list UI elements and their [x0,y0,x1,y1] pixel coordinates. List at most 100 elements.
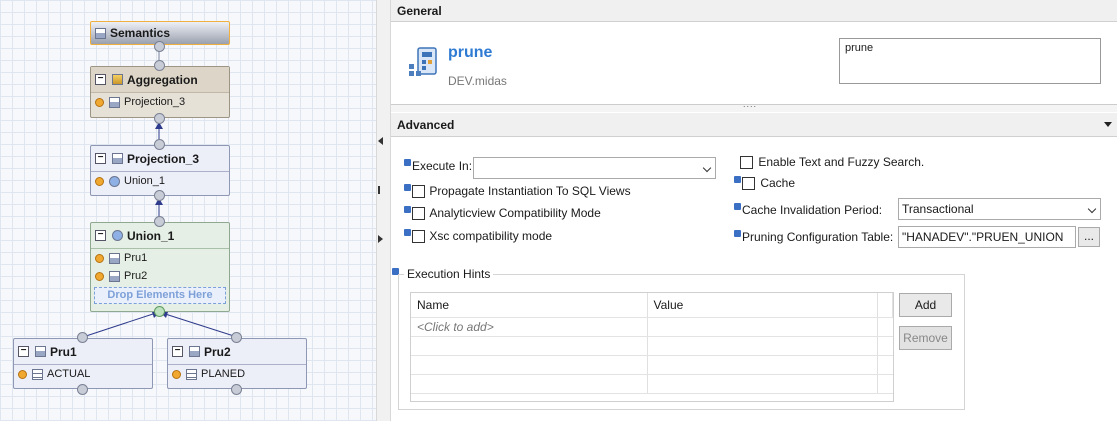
click-to-add-cell[interactable]: <Click to add> [411,317,648,337]
object-icon [408,46,442,78]
column-header-name[interactable]: Name [411,293,648,318]
connector-anchor[interactable] [77,332,88,343]
splitter-grip: .... [743,99,758,109]
list-item[interactable]: PLANED [168,365,306,383]
connector-anchor[interactable] [77,384,88,395]
propagate-row[interactable]: Propagate Instantiation To SQL Views [404,184,631,199]
chevron-down-icon [1087,204,1097,214]
aggregation-title: Aggregation [127,72,198,87]
chevron-down-icon [702,163,712,173]
connector-anchor[interactable] [154,41,165,52]
aggregation-node[interactable]: − Aggregation Projection_3 [90,66,230,118]
advanced-section-header[interactable]: Advanced [391,113,1117,137]
xsc-row[interactable]: Xsc compatibility mode [404,229,553,244]
info-icon [404,159,411,166]
browse-button[interactable]: ... [1078,227,1100,247]
input-label: ACTUAL [47,368,91,380]
pru2-node[interactable]: − Pru2 PLANED [167,338,307,389]
collapse-icon[interactable]: − [18,346,29,357]
pruning-label: Pruning Configuration Table: [734,230,893,244]
connector-anchor[interactable] [154,139,165,150]
input-label: Union_1 [124,175,165,187]
connector-anchor[interactable] [154,60,165,71]
add-button[interactable]: Add [899,293,952,317]
union-icon [112,230,123,241]
xsc-checkbox[interactable] [412,230,425,244]
list-item[interactable]: ACTUAL [14,365,152,383]
input-port-icon [95,253,104,263]
projection-icon [189,346,200,357]
remove-button[interactable]: Remove [899,326,952,350]
execute-in-select[interactable] [473,157,716,179]
analytic-checkbox[interactable] [412,207,425,221]
list-item[interactable]: Pru2 [91,267,229,285]
general-section-header[interactable]: General [391,0,1117,22]
semantics-icon [95,27,106,39]
propagate-checkbox[interactable] [412,185,425,199]
cache-checkbox[interactable] [742,177,755,191]
connector-anchor[interactable] [231,332,242,343]
collapse-left-icon[interactable] [378,137,383,145]
input-port-icon [95,271,104,281]
input-port-icon [95,97,104,107]
info-icon [404,184,411,191]
collapse-icon[interactable]: − [172,346,183,357]
list-item[interactable]: Pru1 [91,249,229,267]
connector-anchor[interactable] [154,306,165,317]
projection-node[interactable]: − Projection_3 Union_1 [90,145,230,196]
analytic-row[interactable]: Analyticview Compatibility Mode [404,206,601,221]
collapse-section-icon[interactable] [1104,122,1112,127]
connector-anchor[interactable] [154,190,165,201]
projection-icon [109,270,120,282]
fuzzy-row[interactable]: Enable Text and Fuzzy Search. [740,155,924,170]
cache-period-label: Cache Invalidation Period: [734,203,882,217]
splitter-handle[interactable] [378,186,380,194]
aggregation-icon [112,74,123,85]
hints-table[interactable]: Name Value <Click to add> [410,292,894,402]
section-divider[interactable]: .... [391,99,1117,112]
advanced-title: Advanced [397,118,455,132]
cache-period-select[interactable]: Transactional [898,198,1101,220]
view-editor-canvas[interactable]: Semantics − Aggregation Projection_3 − P… [0,0,376,421]
input-label: Pru2 [124,270,148,282]
propagate-label: Propagate Instantiation To SQL Views [429,184,631,198]
table-cell[interactable] [647,317,878,337]
panel-splitter[interactable] [376,0,391,421]
connector-anchor[interactable] [154,113,165,124]
xsc-label: Xsc compatibility mode [429,229,553,243]
pruning-table-field[interactable]: "HANADEV"."PRUEN_UNION [898,226,1076,248]
table-row[interactable]: <Click to add> [411,317,893,337]
info-icon [734,230,741,237]
list-item[interactable]: Projection_3 [91,93,229,111]
table-cell [877,317,893,337]
cache-row[interactable]: Cache [734,176,795,191]
info-icon [404,206,411,213]
connector-anchor[interactable] [154,216,165,227]
projection-icon [109,252,120,264]
list-item[interactable]: Union_1 [91,172,229,190]
execute-in-label: Execute In: [404,159,472,173]
column-header-value[interactable]: Value [647,293,878,318]
info-icon [734,176,741,183]
union-node[interactable]: − Union_1 Pru1 Pru2 Drop Elements Here [90,222,230,312]
execution-hints-title: Execution Hints [404,267,494,281]
object-name: prune [448,44,493,61]
drop-zone[interactable]: Drop Elements Here [94,287,226,304]
input-port-icon [172,369,181,379]
collapse-icon[interactable]: − [95,230,106,241]
description-field[interactable]: prune [839,38,1101,84]
projection-icon [109,96,120,108]
semantics-title: Semantics [110,26,171,40]
collapse-icon[interactable]: − [95,153,106,164]
pru2-title: Pru2 [204,344,231,359]
collapse-icon[interactable]: − [95,74,106,85]
union-title: Union_1 [127,228,175,243]
properties-panel: General prune DEV.midas prune .... Advan… [391,0,1117,421]
table-row [411,336,893,356]
connector-anchor[interactable] [231,384,242,395]
column-header-filler [877,293,893,318]
expand-right-icon[interactable] [378,235,383,243]
fuzzy-checkbox[interactable] [740,156,753,170]
info-icon [734,203,741,210]
pru1-node[interactable]: − Pru1 ACTUAL [13,338,153,389]
